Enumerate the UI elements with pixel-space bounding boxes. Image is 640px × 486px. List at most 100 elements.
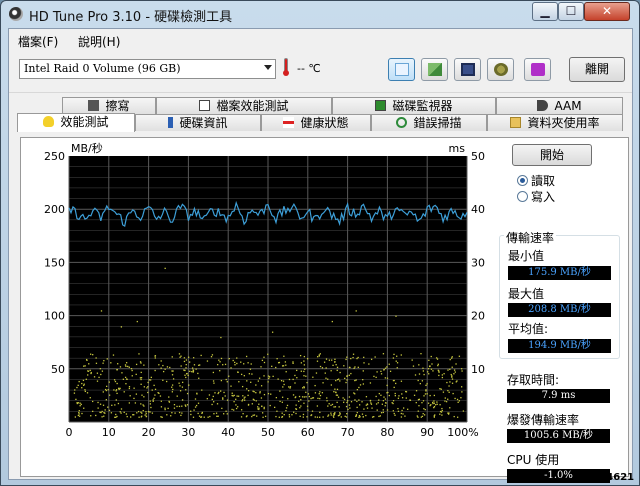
access-time-point (97, 401, 99, 404)
access-time-point (440, 388, 442, 390)
access-time-point (433, 400, 435, 402)
start-button[interactable]: 開始 (512, 144, 592, 166)
access-time-point (334, 358, 336, 360)
download-button[interactable] (524, 58, 551, 81)
access-time-point (451, 366, 453, 368)
access-time-point (397, 407, 399, 410)
tab-file-benchmark[interactable]: 檔案效能測試 (156, 97, 332, 114)
access-time-point (311, 410, 314, 412)
access-time-point (125, 413, 128, 415)
access-time-point (303, 355, 306, 358)
close-button[interactable]: ✕ (584, 2, 630, 21)
access-time-point (181, 412, 183, 414)
copy-button[interactable] (421, 58, 448, 81)
access-time-point (95, 357, 97, 359)
minimize-button[interactable]: ▁ (532, 2, 558, 21)
access-time-point (139, 361, 142, 363)
access-time-point (143, 386, 145, 388)
options-button[interactable] (487, 58, 514, 81)
access-time-point (149, 379, 152, 381)
access-time-point (384, 377, 387, 379)
access-time-point (392, 410, 394, 412)
access-time-point (441, 374, 444, 376)
access-time-point (356, 411, 358, 414)
access-time-point (371, 416, 374, 418)
access-time-point (242, 395, 244, 397)
access-time-point (128, 366, 130, 368)
access-time-point (330, 370, 332, 372)
tab-erase[interactable]: 擦寫 (62, 97, 156, 114)
access-time-point (173, 407, 176, 409)
disk-icon (9, 7, 23, 21)
tab-disk-monitor[interactable]: 磁碟監視器 (332, 97, 496, 114)
tab-info[interactable]: 硬碟資訊 (135, 114, 261, 131)
access-time-point (393, 386, 395, 389)
access-time-point (335, 364, 337, 366)
access-time-point (115, 399, 117, 401)
access-time-point (346, 356, 348, 358)
access-time-point (427, 371, 429, 373)
access-time-point (453, 373, 455, 375)
access-time-point (318, 355, 320, 357)
access-time-point (171, 412, 173, 414)
menu-file[interactable]: 檔案(F) (18, 33, 58, 50)
access-time-point (424, 409, 426, 411)
write-radio[interactable]: 寫入 (517, 188, 555, 205)
access-time-point (307, 393, 310, 395)
access-time-point (108, 381, 110, 383)
access-time-point (208, 394, 211, 396)
access-time-point (355, 415, 357, 417)
access-time-point (422, 370, 425, 372)
access-time-point (154, 369, 156, 372)
access-time-point (222, 397, 224, 399)
access-time-point (185, 389, 187, 391)
access-time-point (354, 366, 356, 368)
access-time-point (228, 375, 230, 377)
maximize-button[interactable]: ☐ (558, 2, 584, 21)
tab-aam[interactable]: AAM (496, 97, 623, 114)
access-time-point (292, 362, 294, 365)
access-time-point (84, 389, 86, 391)
access-time-point (183, 360, 186, 363)
access-time-point (363, 362, 365, 364)
tab-benchmark[interactable]: 效能測試 (17, 113, 135, 132)
access-time-point (327, 415, 329, 417)
access-time-point (370, 358, 373, 361)
access-time-point (102, 362, 104, 364)
title-bar[interactable]: HD Tune Pro 3.10 - 硬碟檢測工具 ▁ ☐ ✕ (1, 1, 639, 27)
access-time-point (131, 369, 133, 372)
access-time-point (114, 416, 116, 418)
tab-error-scan[interactable]: 錯誤掃描 (371, 114, 487, 131)
y-tick-label-left: 100 (44, 310, 65, 323)
drive-select[interactable]: Intel Raid 0 Volume (96 GB) (19, 59, 276, 79)
access-time-point (103, 415, 105, 417)
access-time-point (448, 391, 450, 393)
access-time-point (162, 370, 165, 373)
access-time-point (388, 394, 390, 397)
read-radio[interactable]: 讀取 (517, 172, 555, 189)
access-time-point (188, 384, 190, 386)
access-time-point (126, 378, 128, 381)
access-time-point (321, 392, 324, 394)
y-tick-label-left: 150 (44, 256, 65, 269)
access-time-point (452, 392, 454, 395)
tab-health[interactable]: 健康狀態 (261, 114, 371, 131)
access-time-point (331, 320, 333, 323)
access-time-point (292, 378, 294, 381)
access-time-point (356, 389, 359, 391)
x-tick-label: 10 (102, 426, 116, 439)
access-time-point (363, 356, 365, 359)
tab-folder-usage[interactable]: 資料夾使用率 (487, 114, 623, 131)
access-time-point (315, 372, 318, 374)
benchmark-chart: MB/秒 ms 250 200 150 100 50 50 40 30 20 10 0 10 20 30 40 5… (21, 138, 501, 458)
screenshot-button[interactable] (388, 58, 415, 81)
exit-button[interactable]: 離開 (569, 57, 625, 82)
access-time-point (402, 413, 404, 415)
access-time-point (303, 387, 305, 389)
save-button[interactable] (454, 58, 481, 81)
access-time-point (451, 376, 453, 378)
access-time-point (225, 378, 227, 381)
menu-help[interactable]: 說明(H) (78, 33, 120, 50)
access-time-point (443, 373, 445, 375)
access-time-point (281, 396, 284, 398)
